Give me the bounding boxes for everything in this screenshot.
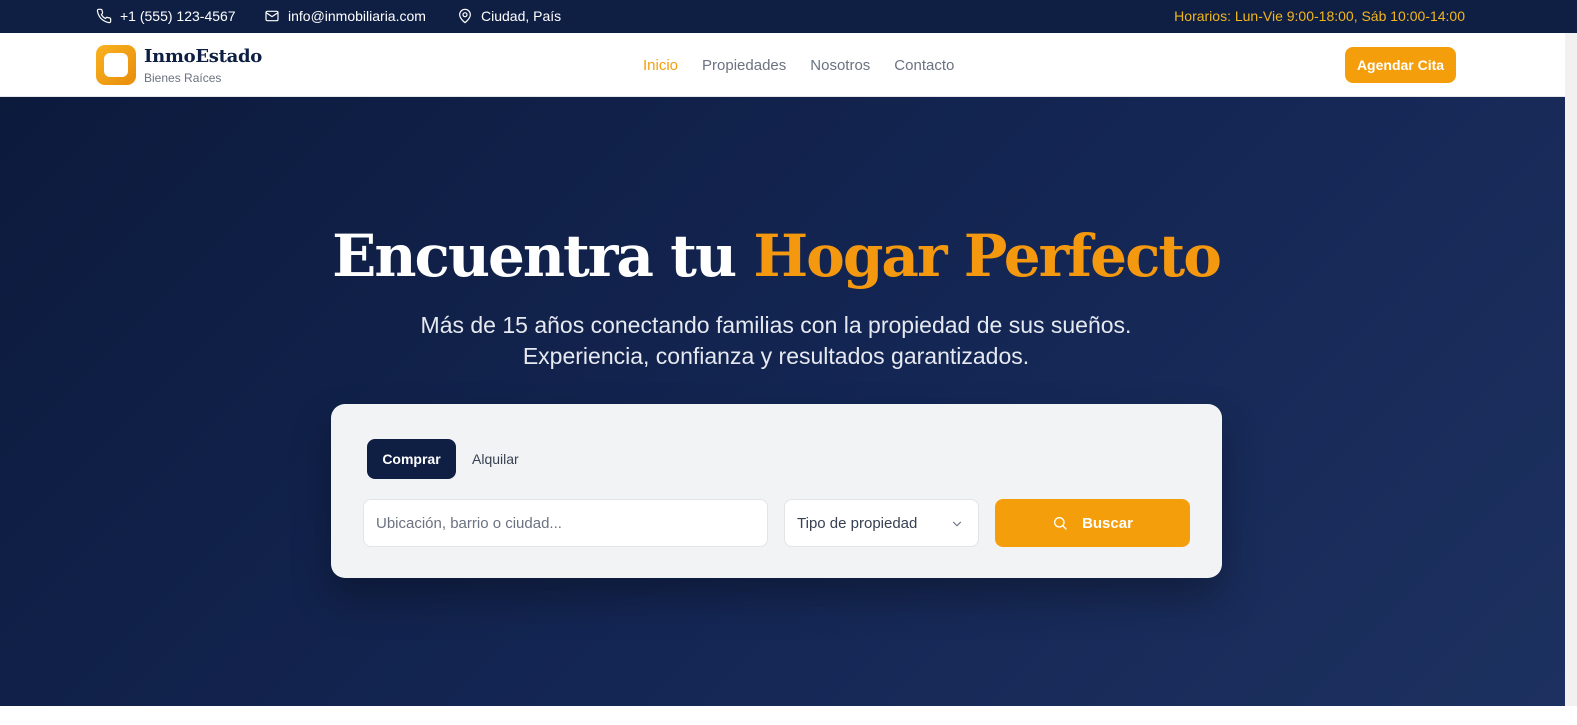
- map-pin-icon: [459, 8, 471, 23]
- phone-icon: [96, 8, 112, 23]
- schedule-appointment-button[interactable]: Agendar Cita: [1345, 47, 1456, 83]
- location-search-input[interactable]: [363, 499, 768, 547]
- brand-tagline: Bienes Raíces: [144, 71, 222, 85]
- search-button-label: Buscar: [1082, 514, 1133, 532]
- logo-icon[interactable]: [96, 45, 136, 85]
- phone-text: +1 (555) 123-4567: [120, 7, 236, 24]
- location-text: Ciudad, País: [481, 7, 562, 24]
- brand-name[interactable]: InmoEstado: [144, 46, 262, 67]
- nav-link-inicio[interactable]: Inicio: [643, 57, 678, 74]
- nav-link-contacto[interactable]: Contacto: [894, 57, 954, 74]
- hero-title-accent: Hogar Perfecto: [753, 222, 1222, 290]
- mail-icon: [265, 10, 279, 21]
- hero-title: Encuentra tu Hogar Perfecto: [0, 222, 1552, 290]
- scrollbar[interactable]: [1565, 33, 1577, 706]
- topbar-email[interactable]: info@inmobiliaria.com: [264, 0, 426, 31]
- hero-section: [0, 97, 1565, 706]
- property-type-select[interactable]: Tipo de propiedad: [784, 499, 979, 547]
- hero-subtitle: Más de 15 años conectando familias con l…: [0, 310, 1552, 372]
- topbar-phone[interactable]: +1 (555) 123-4567: [96, 0, 236, 31]
- search-card: Comprar Alquilar Tipo de propiedad Busca…: [331, 404, 1222, 578]
- hero-subtitle-line2: Experiencia, confianza y resultados gara…: [522, 343, 1030, 369]
- nav-link-propiedades[interactable]: Propiedades: [702, 57, 786, 74]
- topbar-location: Ciudad, País: [457, 0, 561, 31]
- main-navbar: InmoEstado Bienes Raíces Inicio Propieda…: [0, 33, 1565, 97]
- page-bottom-strip: [0, 706, 1577, 725]
- property-type-value: Tipo de propiedad: [797, 514, 918, 532]
- tab-comprar[interactable]: Comprar: [367, 439, 456, 479]
- tab-alquilar[interactable]: Alquilar: [472, 439, 519, 479]
- hero-title-main: Encuentra tu: [332, 222, 754, 290]
- nav-links: Inicio Propiedades Nosotros Contacto: [643, 33, 954, 97]
- top-info-bar: +1 (555) 123-4567 info@inmobiliaria.com …: [0, 0, 1577, 33]
- email-text: info@inmobiliaria.com: [288, 7, 426, 24]
- search-icon: [1054, 517, 1067, 530]
- chevron-down-icon: [952, 521, 962, 527]
- search-button[interactable]: Buscar: [995, 499, 1190, 547]
- nav-link-nosotros[interactable]: Nosotros: [810, 57, 870, 74]
- hero-subtitle-line1: Más de 15 años conectando familias con l…: [420, 312, 1132, 338]
- business-hours: Horarios: Lun-Vie 9:00-18:00, Sáb 10:00-…: [1174, 7, 1465, 24]
